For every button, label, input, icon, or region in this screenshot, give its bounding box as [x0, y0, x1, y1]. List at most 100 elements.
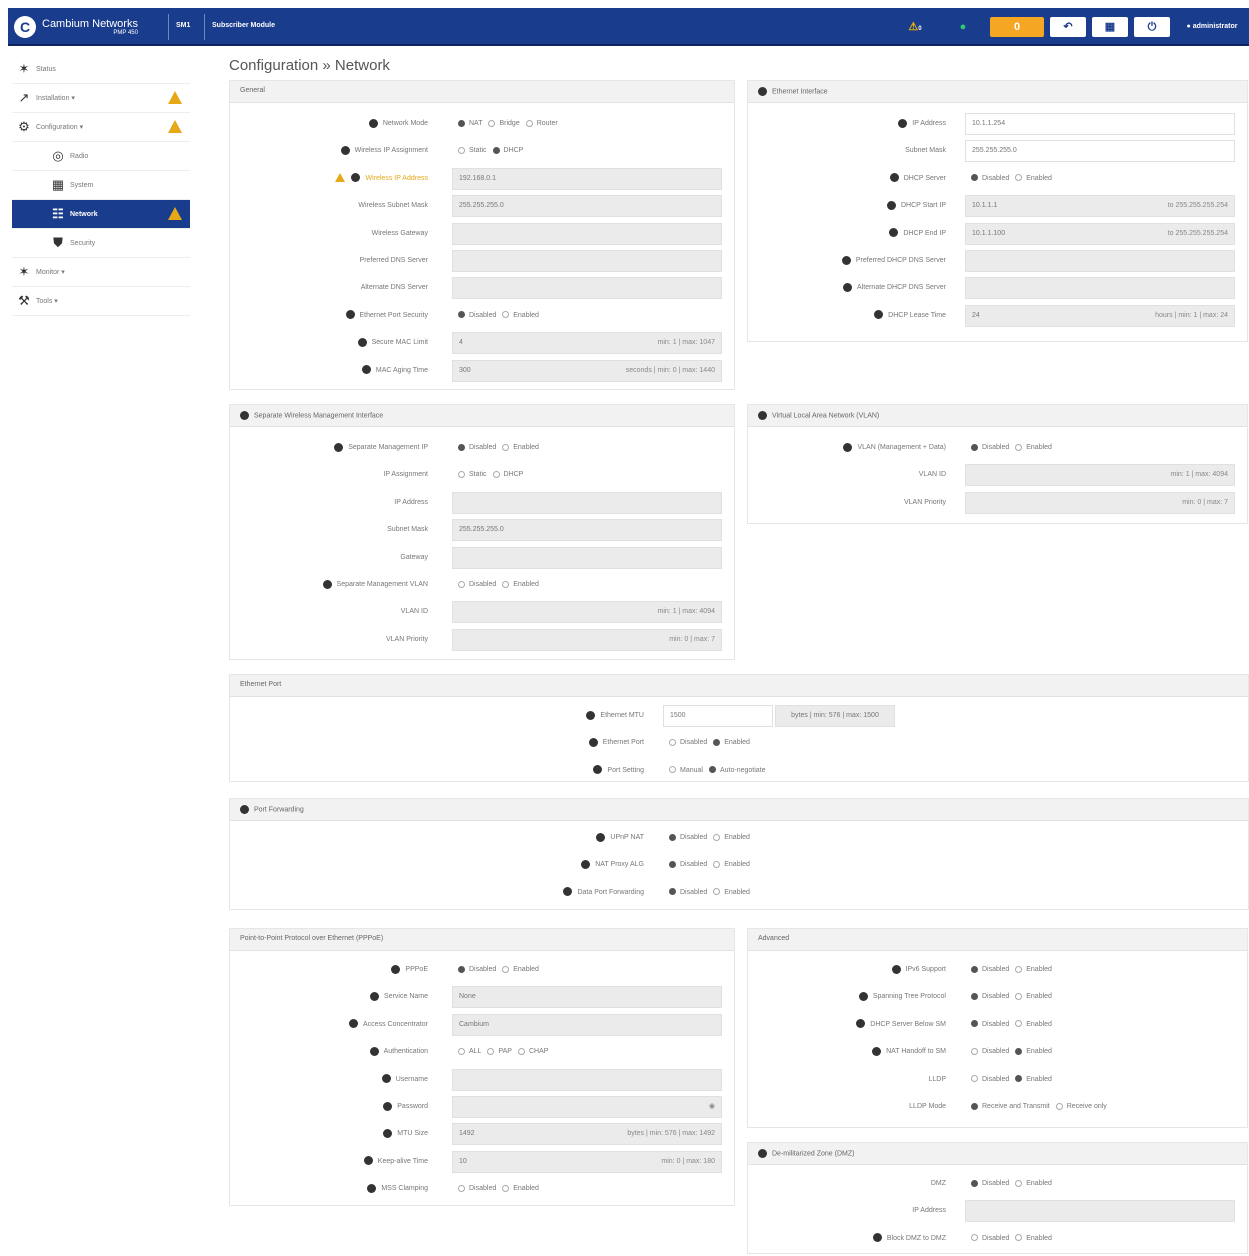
vlan-priority-input[interactable]: min: 0 | max: 7	[965, 491, 1235, 514]
sidebar-item-network[interactable]: ☷ Network	[12, 200, 190, 229]
radio-enabled[interactable]	[1015, 965, 1023, 973]
info-icon[interactable]	[874, 310, 884, 320]
secure-mac-limit-input[interactable]: 4 min: 1 | max: 1047	[452, 332, 722, 355]
sidebar-item-status[interactable]: ✶ Status	[12, 55, 190, 84]
show-password-icon[interactable]: ◉	[709, 1097, 715, 1117]
info-icon[interactable]	[588, 738, 598, 748]
radio-disabled[interactable]	[669, 888, 676, 896]
radio-enabled[interactable]	[502, 965, 510, 973]
radio-enabled[interactable]	[1015, 174, 1023, 182]
info-icon[interactable]	[858, 992, 868, 1002]
ip-address-input[interactable]: 10.1.1.254	[965, 113, 1235, 135]
preferred-dhcp-dns-server-input[interactable]	[965, 250, 1235, 272]
radio-enabled[interactable]	[502, 580, 510, 588]
radio-disabled[interactable]	[971, 1179, 978, 1187]
dhcp-lease-time-input[interactable]: 24 hours | min: 1 | max: 24	[965, 304, 1235, 327]
info-icon[interactable]	[872, 1046, 882, 1056]
reboot-button[interactable]: ⏻	[1134, 17, 1170, 37]
info-icon[interactable]	[381, 1074, 391, 1084]
info-icon[interactable]	[351, 173, 361, 183]
info-icon[interactable]	[368, 118, 378, 128]
subnet-mask-input[interactable]: 255.255.255.0	[965, 140, 1235, 163]
radio-disabled[interactable]	[971, 1020, 978, 1028]
username-input[interactable]	[452, 1068, 722, 1091]
radio-enabled[interactable]	[713, 833, 721, 841]
radio-disabled[interactable]	[971, 965, 978, 973]
radio-disabled[interactable]	[971, 443, 978, 451]
info-icon[interactable]	[563, 887, 573, 897]
info-icon[interactable]	[345, 310, 355, 320]
info-icon[interactable]	[596, 832, 606, 842]
radio-enabled[interactable]	[1015, 443, 1023, 451]
ethernet-mtu-input[interactable]: 1500	[663, 705, 773, 727]
sync-button[interactable]: 0	[990, 17, 1044, 37]
password-input[interactable]: ◉	[452, 1096, 722, 1118]
wireless-subnet-mask-input[interactable]: 255.255.255.0	[452, 195, 722, 218]
radio-disabled[interactable]	[971, 1234, 978, 1242]
info-icon[interactable]	[361, 365, 371, 375]
radio-static[interactable]	[458, 471, 465, 479]
radio-disabled[interactable]	[669, 833, 676, 841]
radio-disabled[interactable]	[458, 311, 465, 319]
radio-all[interactable]	[458, 1047, 465, 1055]
alternate-dhcp-dns-server-input[interactable]	[965, 277, 1235, 300]
info-icon[interactable]	[758, 1149, 767, 1158]
radio-receive-only[interactable]	[1055, 1102, 1063, 1110]
radio-dhcp[interactable]	[492, 147, 500, 155]
sidebar-item-tools[interactable]: ⚒ Tools ▾	[12, 287, 190, 316]
radio-nat[interactable]	[458, 119, 465, 127]
vlan-id-input[interactable]: min: 1 | max: 4094	[965, 464, 1235, 487]
info-icon[interactable]	[334, 442, 344, 452]
status-globe-icon[interactable]: ●	[952, 17, 974, 37]
info-icon[interactable]	[887, 200, 896, 210]
info-icon[interactable]	[593, 765, 603, 775]
subnet-mask-input[interactable]: 255.255.255.0	[452, 519, 722, 542]
radio-static[interactable]	[458, 147, 465, 155]
keep-alive-time-input[interactable]: 10 min: 0 | max: 180	[452, 1150, 722, 1173]
radio-disabled[interactable]	[458, 580, 465, 588]
dhcp-start-ip-input[interactable]: 10.1.1.1 to 255.255.255.254	[965, 195, 1235, 218]
info-icon[interactable]	[891, 964, 901, 974]
ip-address-input[interactable]	[452, 491, 722, 514]
sidebar-item-installation[interactable]: ↗ Installation ▾	[12, 84, 190, 113]
info-icon[interactable]	[240, 805, 249, 814]
info-icon[interactable]	[758, 87, 767, 96]
sidebar-item-security[interactable]: ⛊ Security	[12, 229, 190, 258]
preferred-dns-server-input[interactable]	[452, 250, 722, 272]
alternate-dns-server-input[interactable]	[452, 277, 722, 300]
user-menu[interactable]: ● administrator	[1176, 17, 1248, 37]
brand-logo[interactable]: C Cambium Networks PMP 450	[14, 12, 164, 42]
info-icon[interactable]	[369, 1046, 379, 1056]
info-icon[interactable]	[349, 1019, 359, 1029]
radio-enabled[interactable]	[713, 888, 721, 896]
radio-enabled[interactable]	[1015, 1047, 1023, 1055]
mtu-size-input[interactable]: 1492 bytes | min: 576 | max: 1492	[452, 1123, 722, 1146]
breadcrumb-section[interactable]: Configuration	[229, 57, 318, 74]
info-icon[interactable]	[357, 337, 367, 347]
radio-enabled[interactable]	[713, 861, 721, 869]
info-icon[interactable]	[758, 411, 767, 420]
info-icon[interactable]	[363, 1156, 373, 1166]
radio-disabled[interactable]	[458, 965, 465, 973]
vlan-priority-input[interactable]: min: 0 | max: 7	[452, 628, 722, 651]
access-concentrator-input[interactable]: Cambium	[452, 1013, 722, 1036]
info-icon[interactable]	[391, 964, 401, 974]
info-icon[interactable]	[383, 1101, 393, 1111]
ip-address-input[interactable]	[965, 1200, 1235, 1223]
info-icon[interactable]	[370, 992, 380, 1002]
info-icon[interactable]	[586, 710, 596, 720]
radio-enabled[interactable]	[502, 1184, 510, 1192]
info-icon[interactable]	[581, 860, 591, 870]
info-icon[interactable]	[383, 1129, 393, 1139]
radio-enabled[interactable]	[713, 739, 721, 747]
radio-disabled[interactable]	[458, 1184, 465, 1192]
sidebar-item-configuration[interactable]: ⚙ Configuration ▾	[12, 113, 190, 142]
radio-enabled[interactable]	[1015, 1234, 1023, 1242]
radio-disabled[interactable]	[971, 993, 978, 1001]
radio-disabled[interactable]	[458, 443, 465, 451]
wireless-gateway-input[interactable]	[452, 222, 722, 245]
radio-enabled[interactable]	[1015, 1179, 1023, 1187]
alert-bell-icon[interactable]: ⚠0	[904, 17, 926, 37]
radio-bridge[interactable]	[488, 119, 496, 127]
radio-disabled[interactable]	[971, 1075, 978, 1083]
